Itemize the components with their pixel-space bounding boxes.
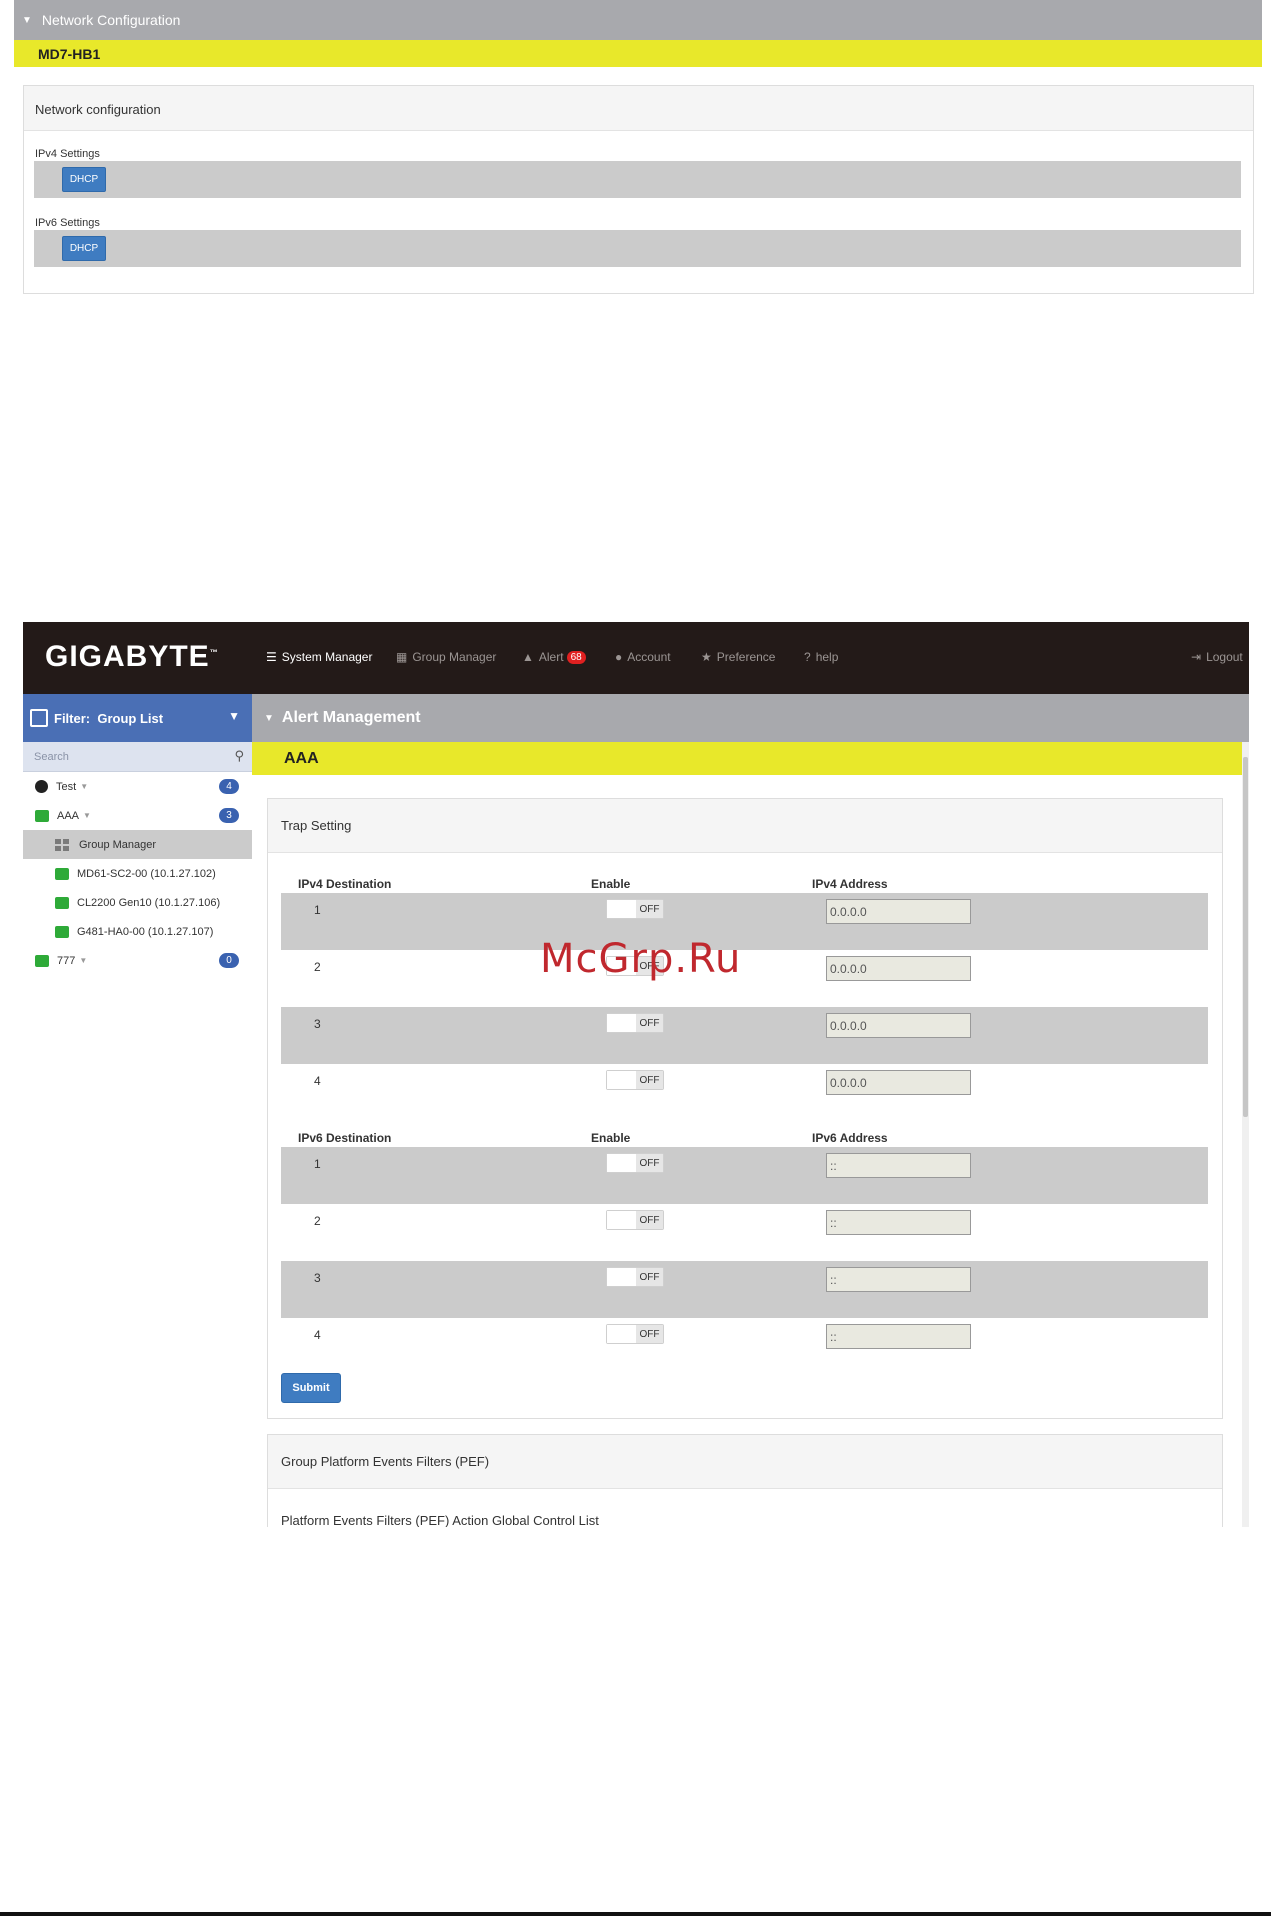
- ipv6-address-field[interactable]: ::: [826, 1210, 971, 1235]
- enable-toggle[interactable]: OFF: [606, 1070, 664, 1090]
- ipv4-address-field[interactable]: 0.0.0.0: [826, 956, 971, 981]
- chevron-down-icon: ▼: [228, 709, 240, 723]
- ipv4-address-header: IPv4 Address: [812, 877, 888, 891]
- online-status-icon: [35, 809, 49, 822]
- nav-system-manager[interactable]: ☰ System Manager: [266, 650, 372, 664]
- count-badge: 4: [219, 779, 239, 794]
- scrollbar-thumb[interactable]: [1243, 757, 1248, 1117]
- enable-toggle[interactable]: OFF: [606, 1267, 664, 1287]
- offline-status-icon: [35, 780, 48, 793]
- ipv4-address-field[interactable]: 0.0.0.0: [826, 1013, 971, 1038]
- ipv6-trap-row: 1 OFF ::: [281, 1147, 1208, 1204]
- tree-item-test[interactable]: Test ▼ 4: [23, 772, 252, 801]
- ipv4-trap-row: 4 OFF 0.0.0.0: [281, 1064, 1208, 1121]
- ipv6-trap-row: 2 OFF ::: [281, 1204, 1208, 1261]
- grid-icon: ▦: [396, 650, 408, 664]
- group-filter-dropdown[interactable]: Filter: Group List ▼: [23, 694, 252, 742]
- collapse-triangle-icon: ▼: [22, 14, 32, 26]
- scrollbar[interactable]: [1242, 742, 1249, 1527]
- network-configuration-header[interactable]: ▼ Network Configuration: [14, 0, 1262, 40]
- enable-toggle[interactable]: OFF: [606, 1153, 664, 1173]
- nav-help[interactable]: ? help: [804, 650, 838, 664]
- online-status-icon: [35, 954, 49, 967]
- device-name-bar: MD7-HB1: [14, 40, 1262, 67]
- ipv6-address-field[interactable]: ::: [826, 1153, 971, 1178]
- gigabyte-logo: GIGABYTE™: [45, 640, 219, 673]
- tree-item-server[interactable]: MD61-SC2-00 (10.1.27.102): [23, 859, 252, 888]
- watermark: McGrp.Ru: [540, 936, 742, 982]
- tree-item-aaa[interactable]: AAA ▼ 3: [23, 801, 252, 830]
- ipv6-address-field[interactable]: ::: [826, 1267, 971, 1292]
- alert-count-badge: 68: [566, 650, 586, 664]
- network-configuration-panel: Network configuration IPv4 Settings DHCP…: [23, 85, 1254, 294]
- enable-toggle[interactable]: OFF: [606, 1210, 664, 1230]
- ipv4-address-field[interactable]: 0.0.0.0: [826, 1070, 971, 1095]
- caret-down-icon: ▼: [79, 956, 88, 965]
- star-icon: ★: [701, 650, 712, 664]
- tree-item-777[interactable]: 777 ▼ 0: [23, 946, 252, 975]
- ipv6-trap-row: 4 OFF ::: [281, 1318, 1208, 1375]
- enable-toggle[interactable]: OFF: [606, 1013, 664, 1033]
- pef-title: Group Platform Events Filters (PEF): [268, 1435, 1222, 1489]
- ipv4-trap-row: 2 OFF 0.0.0.0: [281, 950, 1208, 1007]
- enable-toggle[interactable]: OFF: [606, 1324, 664, 1344]
- alert-management-header[interactable]: ▼ Alert Management: [252, 694, 1249, 742]
- online-status-icon: [55, 896, 69, 909]
- page-divider: [0, 1912, 1271, 1916]
- ipv4-settings-bar: DHCP: [34, 161, 1241, 198]
- tree-item-server[interactable]: G481-HA0-00 (10.1.27.107): [23, 917, 252, 946]
- main-content: ▼ Alert Management AAA Trap Setting IPv4…: [252, 694, 1249, 1527]
- user-icon: ●: [615, 650, 623, 664]
- ipv6-enable-header: Enable: [591, 1131, 631, 1145]
- top-navbar: GIGABYTE™ ☰ System Manager ▦ Group Manager…: [23, 622, 1249, 694]
- group-name-bar: AAA: [252, 742, 1242, 775]
- count-badge: 0: [219, 953, 239, 968]
- list-icon: ☰: [266, 650, 277, 664]
- nav-group-manager[interactable]: ▦ Group Manager: [396, 650, 496, 664]
- gigabyte-management-ui: GIGABYTE™ ☰ System Manager ▦ Group Manager…: [23, 622, 1249, 1527]
- filter-list-icon: [30, 709, 48, 727]
- ipv4-settings-label: IPv4 Settings: [35, 148, 100, 160]
- ipv6-dhcp-button[interactable]: DHCP: [62, 236, 106, 261]
- pef-subtitle: Platform Events Filters (PEF) Action Glo…: [281, 1513, 599, 1527]
- nav-account[interactable]: ● Account: [615, 650, 671, 664]
- enable-toggle[interactable]: OFF: [606, 899, 664, 919]
- question-icon: ?: [804, 650, 811, 664]
- pef-panel: Group Platform Events Filters (PEF) Plat…: [267, 1434, 1223, 1527]
- online-status-icon: [55, 867, 69, 880]
- caret-down-icon: ▼: [83, 811, 91, 820]
- collapse-triangle-icon: ▼: [264, 712, 274, 724]
- sidebar: Filter: Group List ▼ Search ⚲ Test ▼ 4 AA…: [23, 694, 252, 1527]
- ipv4-trap-row: 3 OFF 0.0.0.0: [281, 1007, 1208, 1064]
- nav-alert[interactable]: ▲ Alert 68: [522, 650, 586, 664]
- ipv4-trap-row: 1 OFF 0.0.0.0: [281, 893, 1208, 950]
- network-panel-title: Network configuration: [24, 86, 1253, 131]
- count-badge: 3: [219, 808, 239, 823]
- logout-button[interactable]: ⇥ Logout: [1191, 650, 1243, 664]
- ipv4-destination-header: IPv4 Destination: [298, 877, 392, 891]
- caret-down-icon: ▼: [80, 782, 89, 791]
- ipv6-address-header: IPv6 Address: [812, 1131, 888, 1145]
- ipv6-settings-label: IPv6 Settings: [35, 217, 100, 229]
- ipv4-address-field[interactable]: 0.0.0.0: [826, 899, 971, 924]
- nav-preference[interactable]: ★ Preference: [701, 650, 775, 664]
- logout-icon: ⇥: [1191, 650, 1202, 664]
- sidebar-search-input[interactable]: Search ⚲: [23, 742, 252, 772]
- ipv4-enable-header: Enable: [591, 877, 631, 891]
- search-icon[interactable]: ⚲: [234, 748, 244, 764]
- grid-icon: [55, 838, 69, 851]
- ipv6-settings-bar: DHCP: [34, 230, 1241, 267]
- trap-setting-panel: Trap Setting IPv4 Destination Enable IPv…: [267, 798, 1223, 1419]
- ipv6-destination-header: IPv6 Destination: [298, 1131, 392, 1145]
- submit-button[interactable]: Submit: [281, 1373, 341, 1403]
- trap-setting-title: Trap Setting: [268, 799, 1222, 853]
- ipv6-address-field[interactable]: ::: [826, 1324, 971, 1349]
- tree-item-server[interactable]: CL2200 Gen10 (10.1.27.106): [23, 888, 252, 917]
- ipv4-dhcp-button[interactable]: DHCP: [62, 167, 106, 192]
- online-status-icon: [55, 925, 69, 938]
- tree-item-group-manager[interactable]: Group Manager: [23, 830, 252, 859]
- warning-icon: ▲: [522, 650, 534, 664]
- network-configuration-title: Network Configuration: [41, 12, 181, 28]
- ipv6-trap-row: 3 OFF ::: [281, 1261, 1208, 1318]
